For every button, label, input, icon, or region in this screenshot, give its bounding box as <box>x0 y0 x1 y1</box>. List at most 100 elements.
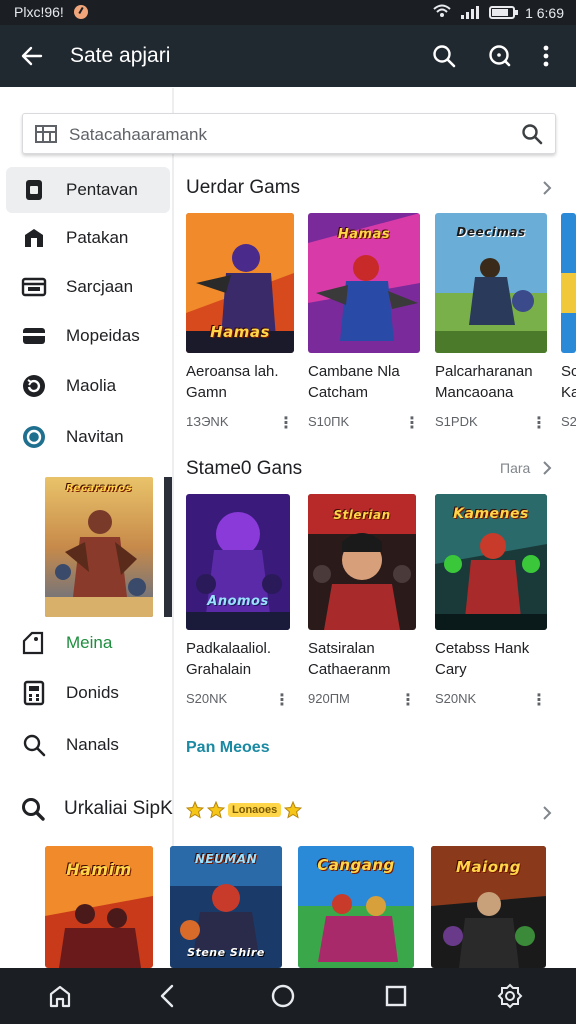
inbox-icon <box>21 277 47 297</box>
more-vert-icon[interactable] <box>532 42 560 70</box>
section-title-stame: Stame0 Gans <box>186 458 303 479</box>
more-icon[interactable]: ⋮ <box>531 690 547 710</box>
game-name-line1: Padkalaaliol. <box>186 640 272 657</box>
game-art: Hamas <box>186 213 294 353</box>
game-card[interactable]: Hamas Cambane Nla Catcham S10ПK ⋮ <box>308 213 420 432</box>
game-art-title: Cangang <box>317 856 395 874</box>
search-bar[interactable]: Satacahaaramank <box>22 113 556 154</box>
game-card-bottom[interactable]: Cangang <box>298 846 414 968</box>
game-art-title: Stlerian <box>333 508 391 522</box>
game-art: Stlerian <box>308 494 416 630</box>
section-link[interactable]: Pan Meoes <box>186 739 270 757</box>
sidebar-item-label: Nanals <box>66 735 119 754</box>
chevron-right-icon[interactable] <box>540 461 554 475</box>
game-name: Aeroansa lah. Gamn <box>186 361 294 403</box>
signal-icon <box>461 6 480 19</box>
sidebar-item-patakan[interactable]: Patakan <box>6 215 170 261</box>
sidebar-item-label: Pentavan <box>66 180 138 199</box>
game-art-title: Kamenes <box>453 506 529 522</box>
sidebar-item-pentavan[interactable]: Pentavan <box>6 167 170 213</box>
game-card-bottom[interactable]: NEUMAN Stene Shire <box>170 846 282 968</box>
more-link[interactable]: Пara <box>500 460 530 476</box>
game-name: Cetabss Hank Cary <box>435 638 547 680</box>
recents-icon[interactable] <box>382 982 410 1010</box>
app-bar: Sate apjari <box>0 25 576 87</box>
sidebar-item-donids[interactable]: Donids <box>6 670 170 716</box>
game-art-title: Deecimas <box>456 225 526 239</box>
game-art-title: Anomos <box>207 594 269 609</box>
search-icon <box>23 734 46 757</box>
refresh-icon <box>23 375 45 397</box>
badge-label: Lonaoes <box>228 803 282 817</box>
game-card[interactable]: Kamenes Cetabss Hank Cary S20NK ⋮ <box>435 494 547 709</box>
game-card[interactable]: Deecimas Palcarharanan Mancaoana S1PDK ⋮ <box>435 213 547 432</box>
more-icon[interactable]: ⋮ <box>278 413 294 433</box>
chevron-right-icon[interactable] <box>540 806 554 820</box>
tag-icon <box>22 631 44 655</box>
more-icon[interactable]: ⋮ <box>531 413 547 433</box>
sidebar-section-heading[interactable]: Urkaliai SipK <box>20 796 173 822</box>
game-price: 1ЗЭNK <box>186 414 229 429</box>
game-card[interactable]: Hamas Aeroansa lah. Gamn 1ЗЭNK ⋮ <box>186 213 294 432</box>
side-art-title: Recaramos <box>65 483 133 494</box>
game-card[interactable]: Sc Ka S2 <box>561 213 576 433</box>
home-icon[interactable] <box>46 982 74 1010</box>
sidebar-item-nanals[interactable]: Nanals <box>6 722 170 768</box>
settings-icon[interactable] <box>496 982 524 1010</box>
game-name-line2: Mancaoana <box>435 384 514 401</box>
sidebar-item-label: Maolia <box>66 376 117 395</box>
game-name-line2: Grahalain <box>186 661 252 678</box>
sidebar-item-maolia[interactable]: Maolia <box>6 363 170 409</box>
sidebar-heading-label: Urkaliai SipK <box>64 798 173 819</box>
back-icon[interactable] <box>154 982 182 1010</box>
status-time-left: Plxc!96! <box>14 4 64 20</box>
game-name: Padkalaaliol. Grahalain <box>186 638 290 680</box>
star-icon <box>207 801 225 819</box>
star-icon <box>284 801 303 819</box>
search-icon[interactable] <box>430 42 458 70</box>
game-name-line1: Palcarharanan <box>435 363 533 380</box>
game-card[interactable]: Stlerian Satsiralan Cathaeranm 920ПM ⋮ <box>308 494 416 709</box>
game-price: S10ПK <box>308 414 350 429</box>
game-art-title-top: NEUMAN <box>194 852 258 866</box>
game-name: Cambane Nla Catcham <box>308 361 420 403</box>
sidebar-item-label: Meina <box>66 633 113 652</box>
more-icon[interactable]: ⋮ <box>404 413 420 433</box>
game-art: Anomos <box>186 494 290 630</box>
game-name-line1: Aeroansa lah. <box>186 363 279 380</box>
arrow-left-icon[interactable] <box>18 42 46 70</box>
game-name-line1: Cambane Nla <box>308 363 400 380</box>
game-price: S2 <box>561 414 576 429</box>
more-icon[interactable]: ⋮ <box>274 690 290 710</box>
system-nav-bar <box>0 968 576 1024</box>
sidebar-item-navitan[interactable]: Navitan <box>6 414 170 460</box>
calculator-icon <box>23 680 45 706</box>
sidebar-divider <box>172 88 174 968</box>
sidebar-item-mopeidas[interactable]: Mopeidas <box>6 313 170 359</box>
sidebar-item-meina[interactable]: Meina <box>6 620 170 666</box>
help-icon[interactable] <box>486 42 514 70</box>
battery-icon <box>489 6 519 19</box>
game-card-bottom[interactable]: Maiong <box>431 846 546 968</box>
more-icon[interactable]: ⋮ <box>400 690 416 710</box>
sidebar-game-art[interactable]: Recaramos <box>45 477 153 617</box>
game-art <box>561 213 576 353</box>
grid-icon <box>35 125 57 143</box>
search-input[interactable]: Satacahaaramank <box>69 125 207 145</box>
sidebar-item-sarcjaan[interactable]: Sarcjaan <box>6 264 170 310</box>
game-name-line1: Satsiralan <box>308 640 375 657</box>
game-card[interactable]: Anomos Padkalaaliol. Grahalain S20NK ⋮ <box>186 494 290 709</box>
game-card-bottom[interactable]: Hamim <box>45 846 153 968</box>
circle-home-icon[interactable] <box>269 982 297 1010</box>
game-name: Palcarharanan Mancaoana <box>435 361 547 403</box>
sidebar-item-label: Donids <box>66 683 119 702</box>
game-name-line2: Cary <box>435 661 467 678</box>
game-name: Satsiralan Cathaeranm <box>308 638 416 680</box>
notification-icon <box>73 5 88 19</box>
device-icon <box>26 180 42 200</box>
game-art-title: Maiong <box>456 858 521 876</box>
status-time-right: 1 6:69 <box>525 4 564 21</box>
game-name: Sc Ka <box>561 361 576 403</box>
search-icon[interactable] <box>521 123 543 145</box>
chevron-right-icon[interactable] <box>540 181 554 195</box>
